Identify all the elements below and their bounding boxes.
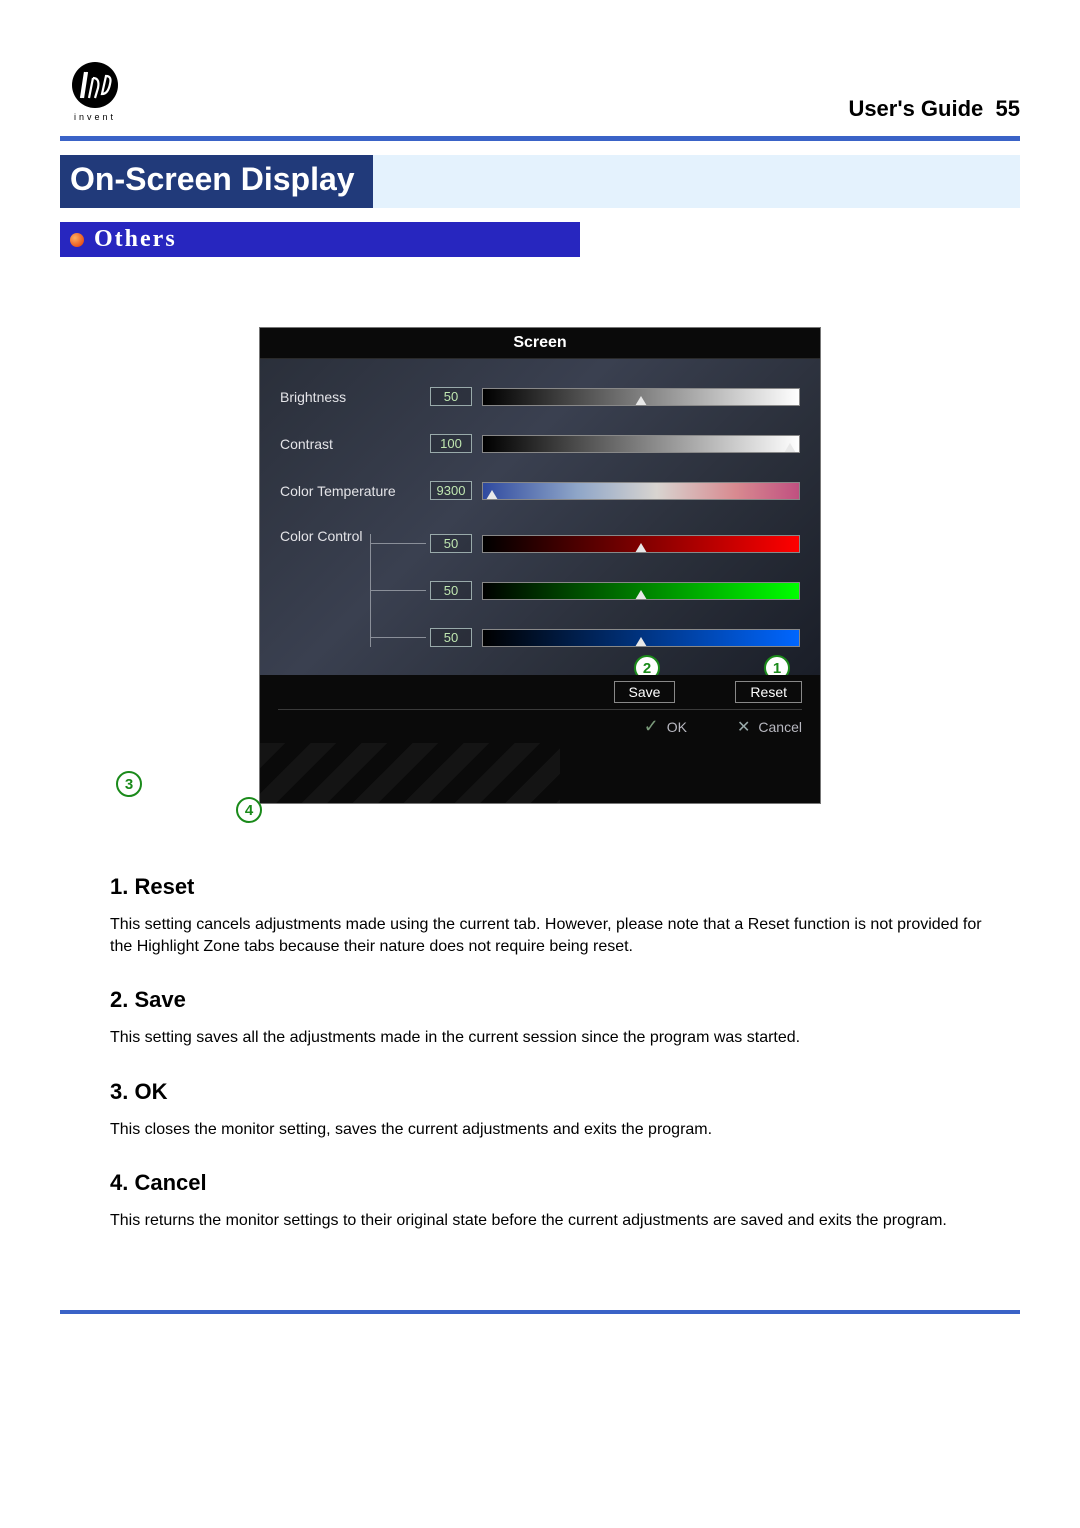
- osd-row-contrast: Contrast 100: [280, 434, 800, 453]
- brightness-slider-marker: [635, 396, 647, 406]
- osd-footer: Save Reset ✓ OK ✕ Cancel 3 4: [260, 675, 820, 803]
- page-heading-tail: [373, 155, 1020, 208]
- ok-button[interactable]: ✓ OK: [644, 716, 687, 737]
- branch-line: [371, 590, 426, 591]
- content-area: 1. Reset This setting cancels adjustment…: [60, 874, 1020, 1232]
- footer-rule: [60, 1310, 1020, 1314]
- red-slider[interactable]: [482, 535, 800, 553]
- blue-value: 50: [430, 628, 472, 647]
- green-slider-marker: [635, 590, 647, 600]
- osd-title: Screen: [260, 328, 820, 359]
- section-cancel-body: This returns the monitor settings to the…: [110, 1210, 990, 1232]
- contrast-label: Contrast: [280, 436, 430, 452]
- contrast-slider-marker: [784, 443, 796, 453]
- page-heading-bar: On-Screen Display: [60, 155, 1020, 208]
- section-reset-body: This setting cancels adjustments made us…: [110, 914, 990, 957]
- callout-3: 3: [116, 771, 142, 797]
- color-control-branch: 50 50 50: [370, 534, 800, 647]
- callout-4: 4: [236, 797, 262, 823]
- bullet-icon: [70, 233, 84, 247]
- osd-footer-decoration: [260, 743, 560, 803]
- cancel-label: Cancel: [758, 719, 802, 735]
- blue-slider-marker: [635, 637, 647, 647]
- page-heading: On-Screen Display: [60, 155, 373, 208]
- users-guide-text: User's Guide: [848, 96, 983, 121]
- brightness-slider[interactable]: [482, 388, 800, 406]
- users-guide-label: User's Guide 55: [848, 96, 1020, 122]
- hp-logo-text: invent: [74, 112, 116, 122]
- hp-logo: invent: [60, 60, 130, 122]
- section-ok-title: 3. OK: [110, 1079, 990, 1105]
- osd-row-color-temp: Color Temperature 9300: [280, 481, 800, 500]
- section-ok-body: This closes the monitor setting, saves t…: [110, 1119, 990, 1141]
- green-slider[interactable]: [482, 582, 800, 600]
- subsection-label: Others: [94, 226, 177, 253]
- ok-label: OK: [667, 719, 687, 735]
- section-reset-title: 1. Reset: [110, 874, 990, 900]
- header-rule: [60, 136, 1020, 141]
- osd-row-blue: 50: [371, 628, 800, 647]
- red-slider-marker: [635, 543, 647, 553]
- osd-panel: Screen Brightness 50 Contrast 100 Color …: [259, 327, 821, 804]
- save-button[interactable]: Save: [614, 681, 676, 703]
- osd-row-green: 50: [371, 581, 800, 600]
- check-icon: ✓: [644, 716, 659, 737]
- osd-link-row: ✓ OK ✕ Cancel: [278, 716, 802, 737]
- osd-row-red: 50: [371, 534, 800, 553]
- color-temp-slider[interactable]: [482, 482, 800, 500]
- section-cancel-title: 4. Cancel: [110, 1170, 990, 1196]
- green-value: 50: [430, 581, 472, 600]
- hp-logo-icon: [70, 60, 120, 110]
- section-save-body: This setting saves all the adjustments m…: [110, 1027, 990, 1049]
- page-header: invent User's Guide 55: [60, 60, 1020, 136]
- users-guide-page: 55: [996, 96, 1020, 121]
- branch-line: [371, 543, 426, 544]
- osd-button-row: Save Reset: [278, 681, 802, 703]
- red-value: 50: [430, 534, 472, 553]
- color-temp-slider-marker: [486, 490, 498, 500]
- branch-line: [371, 637, 426, 638]
- osd-row-brightness: Brightness 50: [280, 387, 800, 406]
- brightness-value: 50: [430, 387, 472, 406]
- reset-button[interactable]: Reset: [735, 681, 802, 703]
- close-icon: ✕: [737, 717, 750, 737]
- blue-slider[interactable]: [482, 629, 800, 647]
- brightness-label: Brightness: [280, 389, 430, 405]
- osd-footer-separator: [278, 709, 802, 710]
- color-temp-label: Color Temperature: [280, 483, 430, 499]
- contrast-slider[interactable]: [482, 435, 800, 453]
- section-save-title: 2. Save: [110, 987, 990, 1013]
- contrast-value: 100: [430, 434, 472, 453]
- osd-body: Brightness 50 Contrast 100 Color Tempera…: [260, 359, 820, 675]
- subsection-bar: Others: [60, 222, 580, 257]
- cancel-button[interactable]: ✕ Cancel: [737, 717, 802, 737]
- color-temp-value: 9300: [430, 481, 472, 500]
- color-control-label: Color Control: [280, 528, 370, 544]
